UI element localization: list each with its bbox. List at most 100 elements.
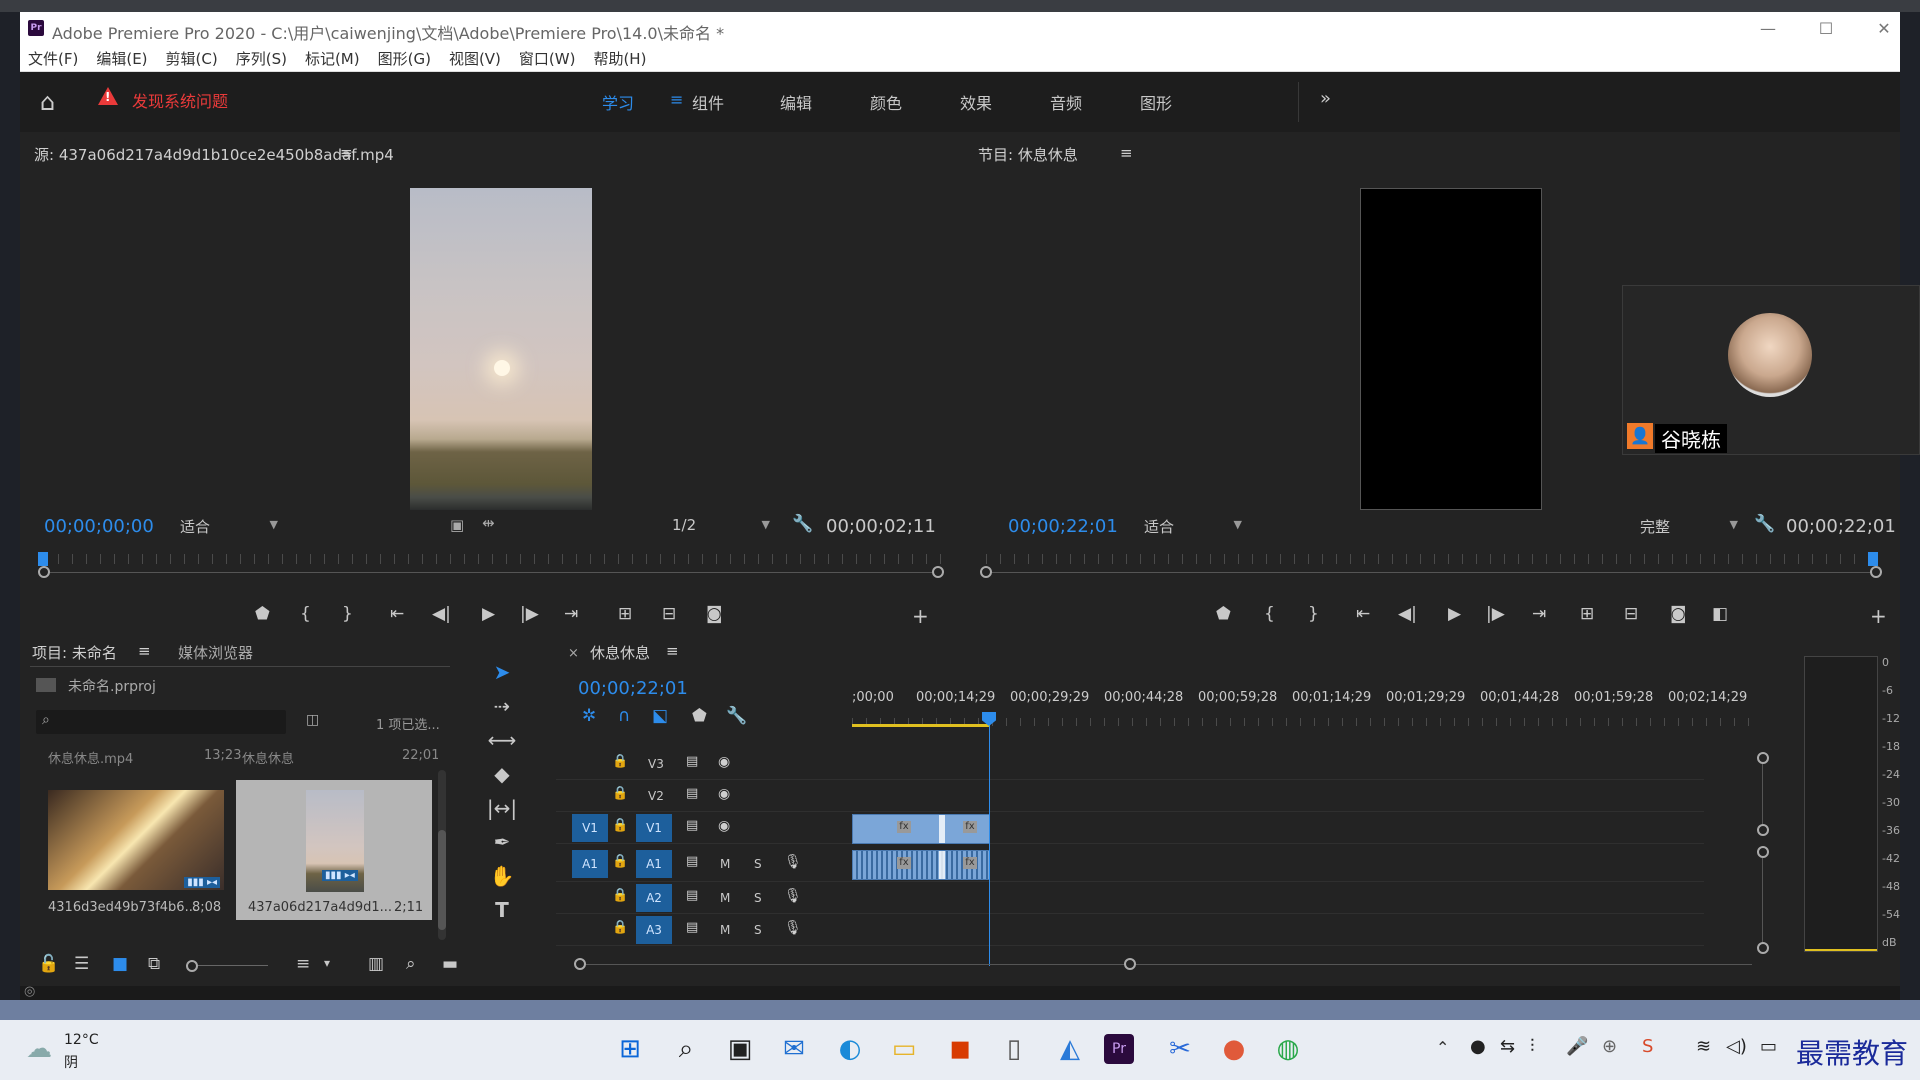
mark-in-icon[interactable]: { xyxy=(1264,604,1275,624)
track-select-tool-icon[interactable]: ⇢ xyxy=(480,694,524,718)
menu-view[interactable]: 视图(V) xyxy=(449,48,501,70)
sync-lock-icon[interactable]: ▤ xyxy=(686,888,698,903)
creative-cloud-icon[interactable]: ◎ xyxy=(24,984,35,999)
film-icon[interactable]: ▣ xyxy=(450,516,464,534)
program-zoom-end-handle[interactable] xyxy=(1870,566,1882,578)
tab-editing[interactable]: 编辑 xyxy=(780,90,812,114)
razor-tool-icon[interactable]: ◆ xyxy=(480,762,524,786)
sync-lock-icon[interactable]: ▤ xyxy=(686,754,698,769)
premiere-taskbar-icon[interactable]: Pr xyxy=(1104,1034,1134,1064)
menu-clip[interactable]: 剪辑(C) xyxy=(166,48,218,70)
source-time-ruler[interactable] xyxy=(44,554,944,564)
more-workspaces-icon[interactable]: » xyxy=(1320,88,1331,109)
weather-condition[interactable]: 阴 xyxy=(64,1052,78,1072)
linked-selection-icon[interactable]: ⬕ xyxy=(652,706,668,726)
icon-view-icon[interactable]: ■ xyxy=(112,954,128,974)
comparison-view-icon[interactable]: ◧ xyxy=(1712,604,1728,624)
work-area-bar[interactable] xyxy=(852,724,990,727)
vertical-zoom-handle[interactable] xyxy=(1757,846,1769,858)
track-target-a2[interactable]: A2 xyxy=(636,884,672,912)
insert-arrows-icon[interactable]: ⇹ xyxy=(482,514,495,532)
eye-icon[interactable]: ◉ xyxy=(718,754,730,770)
menu-file[interactable]: 文件(F) xyxy=(28,48,78,70)
mark-in-icon[interactable]: { xyxy=(300,604,311,624)
sequence-tab[interactable]: 休息休息 xyxy=(590,642,650,663)
audio-clip[interactable]: fx fx xyxy=(852,850,990,880)
track-target-a1[interactable]: A1 xyxy=(636,850,672,878)
vertical-scroll-track[interactable] xyxy=(1762,858,1763,942)
step-back-icon[interactable]: ◀| xyxy=(1398,604,1417,624)
project-panel-menu-icon[interactable]: ≡ xyxy=(138,642,151,660)
sort-icon[interactable]: ≡ xyxy=(296,954,310,974)
eye-icon[interactable]: ◉ xyxy=(718,818,730,834)
vertical-zoom-handle[interactable] xyxy=(1757,752,1769,764)
close-button[interactable]: ✕ xyxy=(1864,16,1900,42)
mail-icon[interactable]: ✉ xyxy=(774,1034,814,1064)
overwrite-icon[interactable]: ⊟ xyxy=(662,604,676,624)
photos-icon[interactable]: ◭ xyxy=(1050,1034,1090,1064)
hand-tool-icon[interactable]: ✋ xyxy=(480,864,524,888)
tab-learning[interactable]: 学习 xyxy=(602,90,634,114)
sync-lock-icon[interactable]: ▤ xyxy=(686,920,698,935)
track-target-a3[interactable]: A3 xyxy=(636,916,672,944)
tab-assembly[interactable]: 组件 xyxy=(692,90,724,114)
source-patch-v1[interactable]: V1 xyxy=(572,814,608,842)
search-icon[interactable]: ⌕ xyxy=(666,1034,706,1065)
source-zoom-start-handle[interactable] xyxy=(38,566,50,578)
play-icon[interactable]: ▶ xyxy=(482,604,495,624)
menu-graphics[interactable]: 图形(G) xyxy=(378,48,431,70)
chevron-up-icon[interactable]: ⌃ xyxy=(1436,1038,1449,1057)
wifi-icon[interactable]: ≋ xyxy=(1696,1036,1711,1057)
add-button-icon[interactable]: + xyxy=(1870,604,1887,628)
type-tool-icon[interactable]: T xyxy=(480,898,524,922)
battery-icon[interactable]: ▭ xyxy=(1760,1036,1777,1057)
menu-sequence[interactable]: 序列(S) xyxy=(236,48,287,70)
program-monitor-title[interactable]: 节目: 休息休息 xyxy=(978,144,1078,165)
thumbnail-clip-2[interactable]: ▮▮▮ ▸◂ 437a06d217a4d9d1... 2;11 xyxy=(236,780,432,920)
maximize-button[interactable]: ☐ xyxy=(1806,16,1846,42)
media-browser-tab[interactable]: 媒体浏览器 xyxy=(178,642,253,663)
horizontal-scroll-track[interactable] xyxy=(582,964,1752,965)
office-icon[interactable]: ◼ xyxy=(940,1034,980,1064)
snipping-tool-icon[interactable]: ✂ xyxy=(1160,1034,1200,1064)
time-ruler[interactable]: ;00;00 00;00;14;29 00;00;29;29 00;00;44;… xyxy=(852,690,1752,710)
tab-audio[interactable]: 音频 xyxy=(1050,90,1082,114)
task-view-icon[interactable]: ▣ xyxy=(720,1034,760,1064)
microphone-icon[interactable]: 🎙 xyxy=(784,888,802,904)
source-panel-menu-icon[interactable]: ≡ xyxy=(340,144,353,162)
program-panel-menu-icon[interactable]: ≡ xyxy=(1120,144,1133,162)
tab-color[interactable]: 颜色 xyxy=(870,90,902,114)
play-icon[interactable]: ▶ xyxy=(1448,604,1461,624)
vertical-zoom-handle[interactable] xyxy=(1757,942,1769,954)
go-to-in-icon[interactable]: ⇤ xyxy=(1356,604,1370,624)
step-forward-icon[interactable]: |▶ xyxy=(520,604,539,624)
menu-markers[interactable]: 标记(M) xyxy=(305,48,360,70)
export-frame-icon[interactable]: ◙ xyxy=(706,604,723,624)
timeline-settings-icon[interactable]: 🔧 xyxy=(726,706,747,726)
go-to-in-icon[interactable]: ⇤ xyxy=(390,604,404,624)
chevron-down-icon[interactable]: ▾ xyxy=(324,956,330,970)
source-playhead[interactable] xyxy=(38,552,48,566)
source-timecode-in[interactable]: 00;00;00;00 xyxy=(44,516,154,537)
program-zoom-start-handle[interactable] xyxy=(980,566,992,578)
close-sequence-icon[interactable]: × xyxy=(568,646,579,661)
system-issue-link[interactable]: 发现系统问题 xyxy=(132,88,228,112)
source-zoom-bar[interactable] xyxy=(44,572,944,573)
source-resolution-select[interactable]: 1/2 ▼ xyxy=(672,516,772,538)
source-fit-select[interactable]: 适合 ▼ xyxy=(180,516,280,538)
menu-window[interactable]: 窗口(W) xyxy=(519,48,576,70)
nest-icon[interactable]: ✲ xyxy=(582,706,596,726)
timeline-panel-menu-icon[interactable]: ≡ xyxy=(666,642,679,660)
solo-button[interactable]: S xyxy=(754,923,762,937)
mute-button[interactable]: M xyxy=(720,923,730,937)
weather-icon[interactable]: ☁ xyxy=(26,1034,52,1064)
program-fit-select[interactable]: 适合 ▼ xyxy=(1144,516,1244,538)
project-scrollbar[interactable] xyxy=(438,770,446,940)
project-scroll-thumb[interactable] xyxy=(438,830,446,930)
program-zoom-bar[interactable] xyxy=(986,572,1882,573)
lock-icon[interactable]: 🔒 xyxy=(612,818,628,833)
workspace-menu-icon[interactable]: ≡ xyxy=(670,90,683,109)
snap-icon[interactable]: ∩ xyxy=(618,706,630,726)
project-search-input[interactable]: ⌕ xyxy=(36,710,286,734)
go-to-out-icon[interactable]: ⇥ xyxy=(1532,604,1546,624)
